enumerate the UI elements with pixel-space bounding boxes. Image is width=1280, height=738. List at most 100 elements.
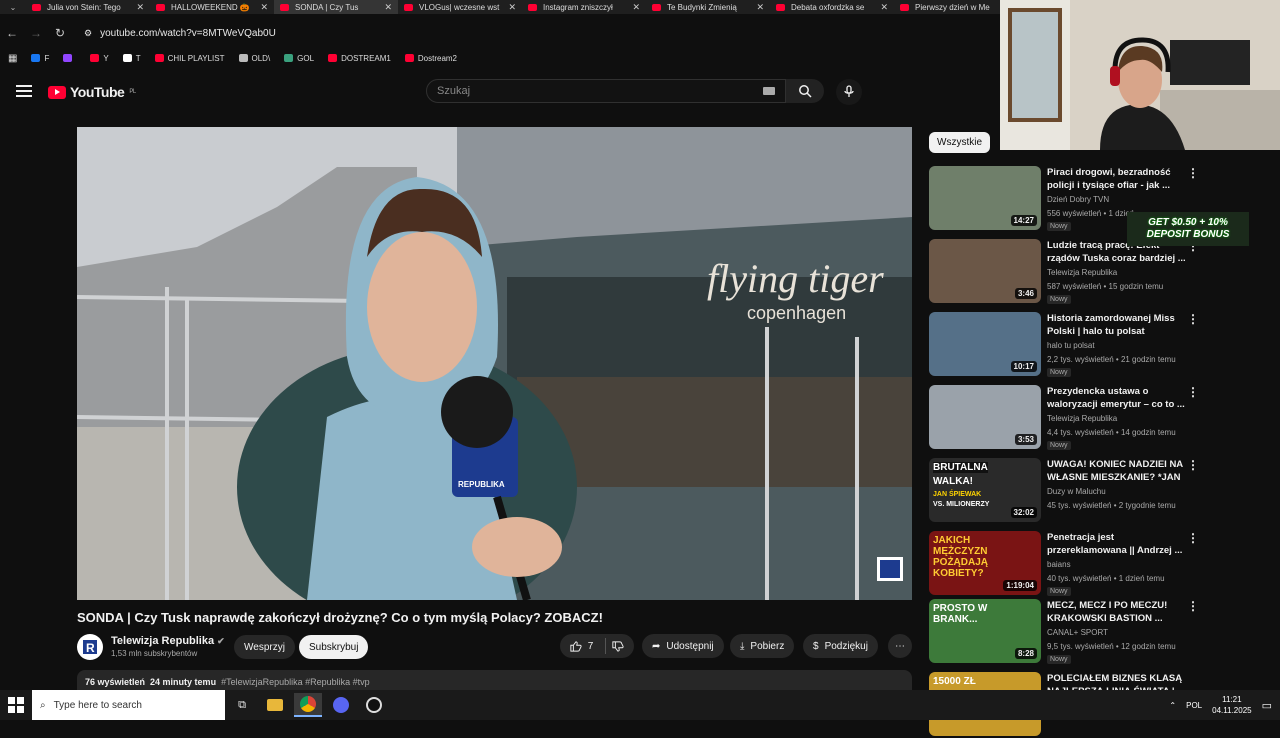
more-options-icon[interactable]: ⋮ bbox=[1187, 313, 1199, 325]
more-options-icon[interactable]: ⋮ bbox=[1187, 167, 1199, 179]
subscribe-button[interactable]: Subskrybuj bbox=[299, 635, 369, 659]
more-options-icon[interactable]: ⋮ bbox=[1187, 386, 1199, 398]
recommended-video[interactable]: PROSTO W BRANK... 8:28 MECZ, MECZ I PO MEC… bbox=[929, 599, 1199, 665]
video-thumbnail[interactable]: 14:27 bbox=[929, 166, 1041, 230]
recommended-channel[interactable]: Dzień Dobry TVN bbox=[1047, 195, 1109, 204]
video-thumbnail[interactable]: 10:17 bbox=[929, 312, 1041, 376]
tab-title: Julia von Stein: Tego bbox=[47, 2, 121, 12]
bookmark-item[interactable]: CHIL PLAYLIST bbox=[154, 54, 225, 63]
search-input[interactable]: Szukaj bbox=[426, 79, 786, 103]
browser-tab[interactable]: VLOGus| wczesne wst ✕ bbox=[398, 0, 522, 14]
recommended-title[interactable]: Historia zamordowanej Miss Polski | halo… bbox=[1047, 312, 1187, 338]
channel-avatar[interactable]: R bbox=[77, 634, 103, 660]
video-thumbnail[interactable]: JAKICH MĘŻCZYZN POŻĄDAJĄ KOBIETY? 1:19:04 bbox=[929, 531, 1041, 595]
keyboard-icon[interactable] bbox=[763, 87, 775, 95]
recommended-title[interactable]: Piraci drogowi, bezradność policji i tys… bbox=[1047, 166, 1187, 192]
browser-tab[interactable]: Julia von Stein: Tego ✕ bbox=[26, 0, 150, 14]
download-button[interactable]: ⤓ Pobierz bbox=[730, 634, 795, 658]
notifications-icon[interactable]: ▭ bbox=[1262, 699, 1272, 712]
more-options-icon[interactable]: ⋮ bbox=[1187, 459, 1199, 471]
browser-tab[interactable]: SONDA | Czy Tus ✕ bbox=[274, 0, 398, 14]
bookmark-item[interactable]: GOL bbox=[284, 54, 314, 63]
hashtags[interactable]: #TelewizjaRepublika #Republika #tvp bbox=[221, 677, 370, 687]
thanks-button[interactable]: $ Podziękuj bbox=[803, 634, 878, 658]
channel-name[interactable]: Telewizja Republika ✔ bbox=[111, 635, 225, 647]
close-tab-icon[interactable]: ✕ bbox=[384, 2, 392, 13]
recommended-title[interactable]: UWAGA! KONIEC NADZIEI NA WŁASNE MIESZKAN… bbox=[1047, 458, 1187, 484]
tab-search-icon[interactable]: ⌄ bbox=[0, 0, 26, 14]
recommended-video[interactable]: 3:46 Ludzie tracą pracę! Efekt rządów Tus… bbox=[929, 239, 1199, 305]
close-tab-icon[interactable]: ✕ bbox=[136, 2, 144, 13]
recommended-channel[interactable]: Telewizja Republika bbox=[1047, 414, 1117, 423]
url-field[interactable]: ⚙ youtube.com/watch?v=8MTWeVQab0U bbox=[84, 28, 276, 39]
search-button[interactable] bbox=[786, 79, 824, 103]
language-indicator[interactable]: POL bbox=[1186, 701, 1202, 710]
reload-icon[interactable]: ↻ bbox=[48, 26, 72, 40]
tab-title: Pierwszy dzień w Me bbox=[915, 2, 990, 12]
recommended-channel[interactable]: halo tu polsat bbox=[1047, 341, 1095, 350]
share-button[interactable]: ➦ Udostępnij bbox=[642, 634, 724, 658]
task-view-icon[interactable]: ⧉ bbox=[228, 693, 256, 717]
promo-banner[interactable]: GET $0.50 + 10% DEPOSIT BONUS bbox=[1127, 212, 1249, 246]
video-duration: 32:02 bbox=[1010, 507, 1037, 518]
like-button[interactable]: 7 bbox=[560, 634, 634, 658]
close-tab-icon[interactable]: ✕ bbox=[756, 2, 764, 13]
youtube-logo[interactable]: YouTube PL bbox=[48, 84, 136, 100]
file-explorer-icon[interactable] bbox=[261, 693, 289, 717]
chrome-icon[interactable] bbox=[294, 693, 322, 717]
browser-tab[interactable]: Debata oxfordzka se ✕ bbox=[770, 0, 894, 14]
bookmark-item[interactable]: DOSTREAM1 bbox=[328, 54, 391, 63]
tab-title: Instagram zniszczył bbox=[543, 2, 613, 12]
bookmark-item[interactable] bbox=[63, 54, 76, 63]
more-options-icon[interactable]: ⋮ bbox=[1187, 600, 1199, 612]
recommended-video[interactable]: 10:17 Historia zamordowanej Miss Polski |… bbox=[929, 312, 1199, 378]
recommended-title[interactable]: MECZ, MECZ I PO MECZU! KRAKOWSKI BASTION… bbox=[1047, 599, 1187, 625]
youtube-favicon-icon bbox=[528, 3, 537, 11]
bookmark-item[interactable]: T bbox=[122, 54, 141, 63]
obs-icon[interactable] bbox=[360, 693, 388, 717]
recommended-channel[interactable]: baians bbox=[1047, 560, 1071, 569]
back-icon[interactable]: ← bbox=[0, 26, 24, 40]
recommended-channel[interactable]: CANAL+ SPORT bbox=[1047, 628, 1108, 637]
join-button[interactable]: Wesprzyj bbox=[234, 635, 295, 659]
browser-tab[interactable]: Te Budynki Zmienią ✕ bbox=[646, 0, 770, 14]
recommended-video[interactable]: BRUTALNA WALKA! JAN ŚPIEWAK VS. MILIONERZY 3… bbox=[929, 458, 1199, 524]
youtube-favicon-icon bbox=[652, 3, 661, 11]
video-thumbnail[interactable]: PROSTO W BRANK... 8:28 bbox=[929, 599, 1041, 663]
video-thumbnail[interactable]: 3:46 bbox=[929, 239, 1041, 303]
browser-tab[interactable]: HALLOWEEKEND 🎃 ✕ bbox=[150, 0, 274, 14]
recommended-channel[interactable]: Duzy w Maluchu bbox=[1047, 487, 1106, 496]
taskbar-search-input[interactable]: ⌕ Type here to search bbox=[32, 690, 225, 720]
more-actions-button[interactable]: ⋯ bbox=[888, 634, 912, 658]
video-player[interactable]: flying tiger copenhagen REPUBLIKA bbox=[77, 127, 912, 600]
more-options-icon[interactable]: ⋮ bbox=[1187, 532, 1199, 544]
close-tab-icon[interactable]: ✕ bbox=[880, 2, 888, 13]
video-thumbnail[interactable]: BRUTALNA WALKA! JAN ŚPIEWAK VS. MILIONERZY 3… bbox=[929, 458, 1041, 522]
video-thumbnail[interactable]: 3:53 bbox=[929, 385, 1041, 449]
bookmark-item[interactable]: OLD\ bbox=[238, 54, 270, 63]
clock[interactable]: 11:21 04.11.2025 bbox=[1212, 694, 1251, 716]
apps-icon[interactable]: ▦ bbox=[8, 53, 17, 64]
close-tab-icon[interactable]: ✕ bbox=[508, 2, 516, 13]
close-tab-icon[interactable]: ✕ bbox=[632, 2, 640, 13]
bookmark-item[interactable]: Dostream2 bbox=[404, 54, 457, 63]
recommended-video[interactable]: JAKICH MĘŻCZYZN POŻĄDAJĄ KOBIETY? 1:19:04… bbox=[929, 531, 1199, 597]
filter-chip-all[interactable]: Wszystkie bbox=[929, 132, 990, 153]
menu-icon[interactable] bbox=[16, 85, 32, 97]
bookmark-item[interactable]: Y bbox=[90, 54, 109, 63]
voice-search-button[interactable] bbox=[836, 79, 862, 105]
recommended-title[interactable]: Prezydencka ustawa o waloryzacji emerytu… bbox=[1047, 385, 1187, 411]
forward-icon[interactable]: → bbox=[24, 26, 48, 40]
recommended-channel[interactable]: Telewizja Republika bbox=[1047, 268, 1117, 277]
bookmark-item[interactable]: F bbox=[31, 54, 49, 63]
system-tray: ⌃ POL 11:21 04.11.2025 ▭ bbox=[1169, 690, 1280, 720]
windows-start-icon[interactable] bbox=[8, 697, 24, 718]
site-info-icon[interactable]: ⚙ bbox=[84, 28, 92, 39]
tray-chevron-icon[interactable]: ⌃ bbox=[1169, 701, 1176, 710]
recommended-video[interactable]: 3:53 Prezydencka ustawa o waloryzacji eme… bbox=[929, 385, 1199, 451]
discord-icon[interactable] bbox=[327, 693, 355, 717]
recommended-title[interactable]: Penetracja jest przereklamowana || Andrz… bbox=[1047, 531, 1187, 557]
close-tab-icon[interactable]: ✕ bbox=[260, 2, 268, 13]
thumbs-down-icon[interactable] bbox=[612, 640, 624, 653]
browser-tab[interactable]: Instagram zniszczył ✕ bbox=[522, 0, 646, 14]
